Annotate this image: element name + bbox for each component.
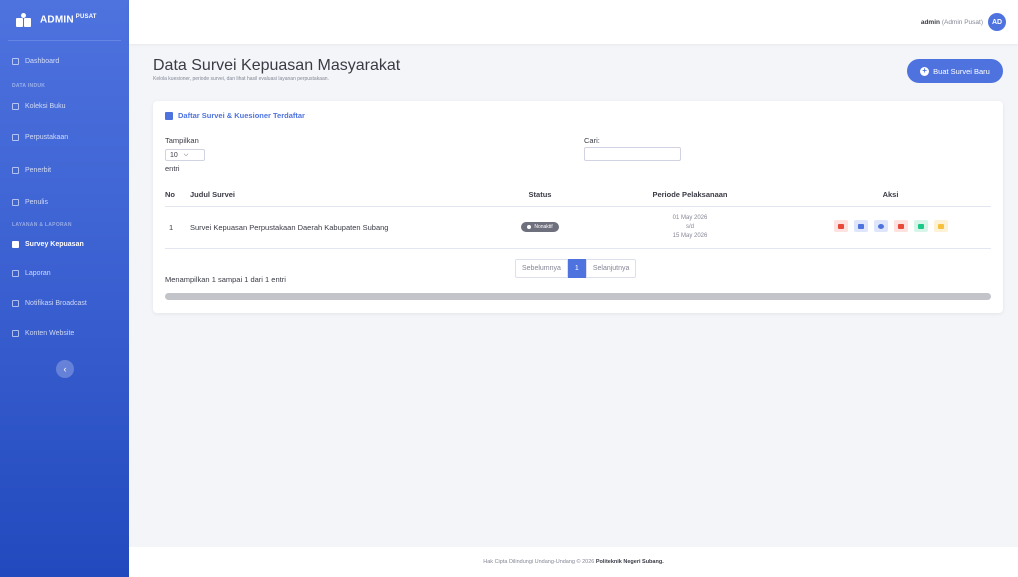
print-icon xyxy=(12,167,19,174)
new-survey-button[interactable]: + Buat Survei Baru xyxy=(907,59,1003,83)
table-header-row: No Judul Survei Status Periode Pelaksana… xyxy=(165,184,991,207)
col-title[interactable]: Judul Survei xyxy=(190,184,490,207)
sidebar-divider xyxy=(8,40,121,41)
share-icon xyxy=(917,223,924,229)
sidebar-item-penerbit[interactable]: Penerbit xyxy=(0,167,63,174)
row-no: 1 xyxy=(165,206,190,249)
sidebar-heading-layanan: LAYANAN & LAPORAN xyxy=(12,222,72,228)
chart-icon xyxy=(877,223,884,229)
pen-icon xyxy=(12,199,19,206)
row-title: Survei Kepuasan Perpustakaan Daerah Kabu… xyxy=(190,206,490,249)
sidebar-toggle-button[interactable]: ‹ xyxy=(56,360,74,378)
edit-icon xyxy=(937,223,944,229)
sidebar-item-koleksi-buku[interactable]: Koleksi Buku xyxy=(0,103,77,110)
period-separator: s/d xyxy=(685,223,694,230)
survey-table: No Judul Survei Status Periode Pelaksana… xyxy=(165,184,991,249)
dashboard-icon xyxy=(12,58,19,65)
sidebar-item-perpustakaan[interactable]: Perpustakaan xyxy=(0,134,80,141)
edit-button[interactable] xyxy=(933,220,948,232)
brand[interactable]: ADMIN PUSAT xyxy=(0,0,129,40)
col-no[interactable]: No xyxy=(165,184,190,207)
sidebar-heading-data-induk: DATA INDUK xyxy=(12,83,46,89)
status-cell: Nonaktif xyxy=(490,206,590,249)
sidebar-item-penulis[interactable]: Penulis xyxy=(0,199,60,206)
page-title: Data Survei Kepuasan Masyarakat xyxy=(153,57,401,74)
col-status[interactable]: Status xyxy=(490,184,590,207)
clipboard-icon xyxy=(165,111,173,120)
page-length-select[interactable]: 10 ⌵ xyxy=(165,149,205,161)
sidebar-item-notifikasi[interactable]: Notifikasi Broadcast xyxy=(0,300,99,307)
table-info: Menampilkan 1 sampai 1 dari 1 entri xyxy=(165,275,286,284)
sidebar: ADMIN PUSAT Dashboard DATA INDUK Koleksi … xyxy=(0,0,129,577)
book-icon xyxy=(12,103,19,110)
website-icon xyxy=(12,330,19,337)
brand-title: ADMIN PUSAT xyxy=(40,14,97,26)
status-badge: Nonaktif xyxy=(521,222,559,232)
show-label: Tampilkan xyxy=(165,136,199,145)
clipboard-icon xyxy=(12,241,19,248)
table-row: 1 Survei Kepuasan Perpustakaan Daerah Ka… xyxy=(165,206,991,249)
avatar[interactable]: AD xyxy=(988,13,1006,31)
footer-org: Politeknik Negeri Subang. xyxy=(595,559,664,565)
entries-label: entri xyxy=(165,164,180,173)
share-button[interactable] xyxy=(913,220,928,232)
prev-page-button[interactable]: Sebelumnya xyxy=(515,259,568,278)
pdf-icon xyxy=(897,223,904,229)
col-actions: Aksi xyxy=(790,184,991,207)
toggle-icon xyxy=(837,223,844,229)
status-icon xyxy=(527,225,532,229)
period-start: 01 May 2026 xyxy=(672,214,708,221)
period-cell: 01 May 2026 s/d 15 May 2026 xyxy=(590,206,790,249)
chevron-down-icon: ⌵ xyxy=(183,151,189,158)
export-pdf-button[interactable] xyxy=(893,220,908,232)
page-subtitle: Kelola kuesioner, periode survei, dan li… xyxy=(153,76,329,82)
chevron-left-icon: ‹ xyxy=(63,364,67,374)
sidebar-item-laporan[interactable]: Laporan xyxy=(0,270,63,277)
user-menu[interactable]: admin (Admin Pusat) AD xyxy=(921,13,1006,31)
topbar: admin (Admin Pusat) AD xyxy=(129,0,1018,44)
library-icon xyxy=(16,13,32,27)
next-page-button[interactable]: Selanjutnya xyxy=(585,259,637,278)
results-button[interactable] xyxy=(873,220,888,232)
footer: Hak Cipta Dilindungi Undang-Undang © 202… xyxy=(129,547,1018,577)
search-label: Cari: xyxy=(584,136,600,145)
col-period[interactable]: Periode Pelaksanaan xyxy=(590,184,790,207)
sidebar-item-survey-kepuasan[interactable]: Survey Kepuasan xyxy=(0,241,96,248)
pagination: Sebelumnya 1 Selanjutnya xyxy=(515,259,637,278)
user-role: (Admin Pusat) xyxy=(941,18,983,26)
action-buttons xyxy=(833,220,948,232)
broadcast-icon xyxy=(12,300,19,307)
sidebar-item-konten-website[interactable]: Konten Website xyxy=(0,330,86,337)
page-1-button[interactable]: 1 xyxy=(567,259,586,278)
building-icon xyxy=(12,134,19,141)
questions-button[interactable] xyxy=(853,220,868,232)
list-icon xyxy=(857,223,864,229)
period-end: 15 May 2026 xyxy=(672,232,708,239)
horizontal-scrollbar[interactable] xyxy=(165,293,991,300)
plus-icon: + xyxy=(920,66,930,76)
report-icon xyxy=(12,270,19,277)
survey-card: Daftar Survei & Kuesioner Terdaftar Tamp… xyxy=(153,101,1003,313)
card-title: Daftar Survei & Kuesioner Terdaftar xyxy=(165,111,305,120)
search-input[interactable] xyxy=(584,147,681,161)
actions-cell xyxy=(790,206,991,249)
user-name: admin xyxy=(920,18,940,26)
sidebar-item-dashboard[interactable]: Dashboard xyxy=(0,58,71,65)
toggle-status-button[interactable] xyxy=(833,220,848,232)
